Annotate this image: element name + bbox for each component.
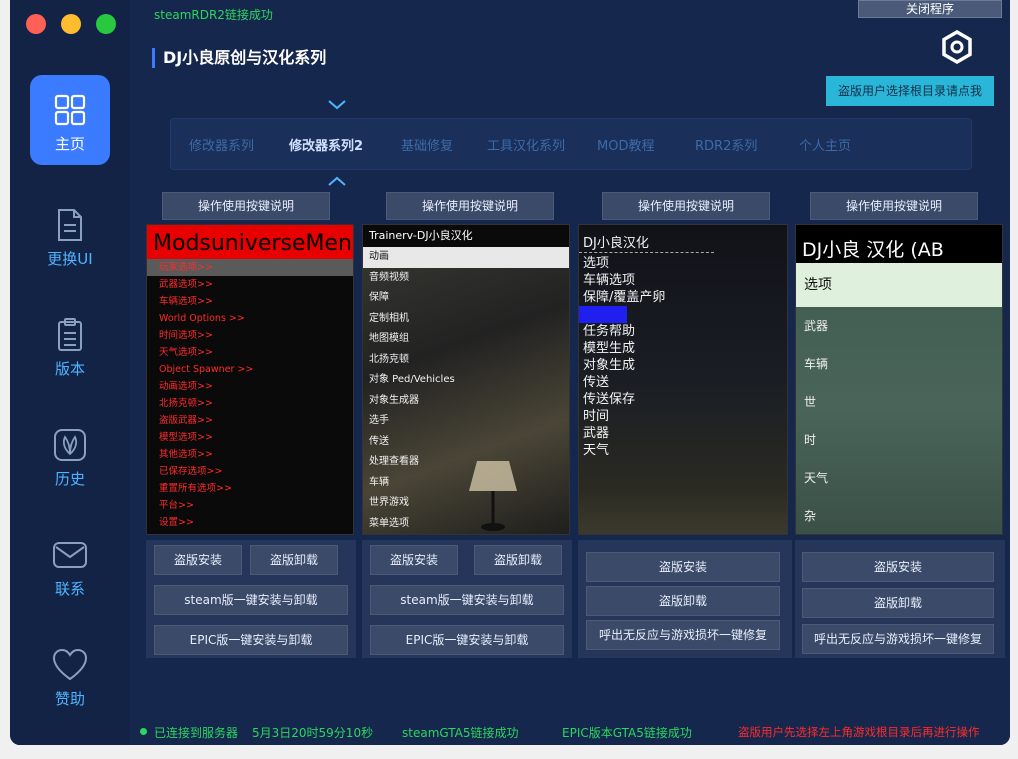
heart-icon (52, 648, 88, 681)
key-help-button[interactable]: 操作使用按键说明 (386, 192, 554, 220)
pirate-warning: 盗版用户先选择左上角游戏根目录后再进行操作 (738, 725, 980, 739)
pirate-install-button[interactable]: 盗版安装 (154, 545, 242, 575)
grid-icon (54, 94, 86, 126)
steam-install-button[interactable]: steam版一键安装与卸载 (370, 585, 564, 615)
preview-menu-list: DJ小良汉化 选项 车辆选项 保障/覆盖产卵 任务帮助 模型生成 对象生成 传送… (579, 225, 787, 459)
page-title: DJ小良原创与汉化系列 (152, 48, 326, 68)
minimize-window-button[interactable] (61, 14, 81, 34)
preview-title: ModsuniverseMenu (147, 225, 353, 259)
epic-install-button[interactable]: EPIC版一键安装与卸载 (370, 625, 564, 655)
menu-preview-2: Trainerv-DJ小良汉化 动画 音频视频 保障 定制相机 地图模组 北扬克… (362, 224, 570, 535)
rdr2-status: steamRDR2链接成功 (154, 8, 273, 22)
sidebar-item-change-ui[interactable]: 更换UI (30, 190, 110, 280)
menu-preview-3: DJ小良汉化 选项 车辆选项 保障/覆盖产卵 任务帮助 模型生成 对象生成 传送… (578, 224, 788, 535)
chevron-up-icon (328, 176, 346, 186)
main-area: steamRDR2链接成功 关闭程序 DJ小良原创与汉化系列 盗版用户选择根目录… (130, 0, 1010, 745)
preview-title: Trainerv-DJ小良汉化 (363, 225, 569, 247)
timestamp: 5月3日20时59分10秒 (252, 726, 374, 740)
menu-preview-4: DJ小良 汉化 (AB 选项 武器 车辆 世 时 天气 杂 (795, 224, 1003, 535)
preview-title: DJ小良 汉化 (AB (796, 225, 1002, 263)
close-window-button[interactable] (26, 14, 46, 34)
tab-rdr2-series[interactable]: RDR2系列 (695, 135, 757, 154)
chevron-down-icon (328, 100, 346, 110)
select-root-dir-button[interactable]: 盗版用户选择根目录请点我 (826, 76, 994, 106)
tab-modifier-series-2[interactable]: 修改器系列2 (289, 135, 363, 154)
sidebar-item-label: 联系 (54, 580, 85, 598)
app-window: 主页 更换UI 版本 历史 联系 赞助 steamRDR2链接成功 关闭程序 D… (10, 0, 1010, 745)
preview-menu-list: 玩家选项>> 武器选项>> 车辆选项>> World Options >> 时间… (147, 259, 353, 531)
key-help-button[interactable]: 操作使用按键说明 (602, 192, 770, 220)
sidebar: 主页 更换UI 版本 历史 联系 赞助 (10, 0, 130, 745)
pirate-uninstall-button[interactable]: 盗版卸载 (586, 586, 780, 616)
tab-mod-tutorial[interactable]: MOD教程 (597, 135, 654, 154)
key-help-button[interactable]: 操作使用按键说明 (810, 192, 978, 220)
server-status: 已连接到服务器 (154, 726, 239, 740)
sidebar-item-label: 更换UI (47, 250, 93, 268)
epic-install-button[interactable]: EPIC版一键安装与卸载 (154, 625, 348, 655)
sidebar-item-sponsor[interactable]: 赞助 (30, 630, 110, 720)
pirate-uninstall-button[interactable]: 盗版卸载 (250, 545, 338, 575)
sidebar-item-label: 历史 (54, 470, 85, 488)
repair-button[interactable]: 呼出无反应与游戏损坏一键修复 (802, 624, 994, 654)
lamp-icon (469, 461, 517, 531)
steam-gta5-status: steamGTA5链接成功 (402, 726, 519, 740)
document-icon (58, 209, 82, 241)
pirate-uninstall-button[interactable]: 盗版卸载 (474, 545, 562, 575)
sidebar-item-history[interactable]: 历史 (30, 410, 110, 500)
tab-basic-repair[interactable]: 基础修复 (401, 135, 453, 154)
key-help-button[interactable]: 操作使用按键说明 (162, 192, 330, 220)
sidebar-item-home[interactable]: 主页 (30, 75, 110, 165)
menu-preview-1: ModsuniverseMenu 玩家选项>> 武器选项>> 车辆选项>> Wo… (146, 224, 354, 535)
sidebar-item-label: 版本 (54, 360, 85, 378)
tab-bar: 修改器系列 修改器系列2 基础修复 工具汉化系列 MOD教程 RDR2系列 个人… (170, 118, 972, 170)
epic-gta5-status: EPIC版本GTA5链接成功 (562, 726, 692, 740)
sidebar-item-label: 赞助 (54, 690, 85, 708)
logo-icon (942, 30, 972, 64)
tab-personal-home[interactable]: 个人主页 (799, 135, 851, 154)
preview-menu-list: 选项 武器 车辆 世 时 天气 杂 (796, 263, 1002, 534)
online-dot (140, 728, 147, 735)
steam-install-button[interactable]: steam版一键安装与卸载 (154, 585, 348, 615)
pirate-uninstall-button[interactable]: 盗版卸载 (802, 588, 994, 618)
pirate-install-button[interactable]: 盗版安装 (802, 552, 994, 582)
maximize-window-button[interactable] (96, 14, 116, 34)
sidebar-item-contact[interactable]: 联系 (30, 520, 110, 610)
sidebar-item-label: 主页 (54, 135, 85, 153)
tab-tool-translation[interactable]: 工具汉化系列 (487, 135, 565, 154)
close-program-button[interactable]: 关闭程序 (858, 0, 1002, 18)
clipboard-icon (58, 318, 82, 351)
sidebar-item-version[interactable]: 版本 (30, 300, 110, 390)
mail-icon (53, 542, 87, 568)
pirate-install-button[interactable]: 盗版安装 (370, 545, 458, 575)
tab-modifier-series[interactable]: 修改器系列 (189, 135, 254, 154)
pirate-install-button[interactable]: 盗版安装 (586, 552, 780, 582)
repair-button[interactable]: 呼出无反应与游戏损坏一键修复 (586, 620, 780, 650)
leaf-icon (54, 429, 86, 461)
